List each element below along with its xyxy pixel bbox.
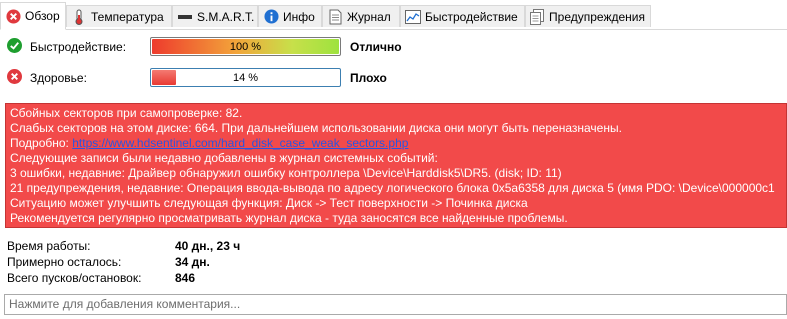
x-circle-icon <box>7 69 22 84</box>
alert-line: 21 предупреждения, недавние: Операция вв… <box>10 181 775 195</box>
tab-warnings[interactable]: Предупреждения <box>525 5 651 27</box>
tab-temperature[interactable]: Температура <box>66 5 172 27</box>
tab-performance[interactable]: Быстродействие <box>400 5 525 27</box>
uptime-label: Время работы: <box>7 239 91 253</box>
health-bar: 14 % <box>150 68 341 87</box>
alert-line: Сбойных секторов при самопроверке: 82. <box>10 106 243 120</box>
tab-label: S.M.A.R.T. <box>197 9 255 24</box>
comment-input[interactable]: Нажмите для добавления комментария... <box>4 294 787 315</box>
tab-label: Предупреждения <box>549 9 645 24</box>
tab-info[interactable]: Инфо <box>258 5 322 27</box>
performance-row: Быстродействие: 100 % Отлично <box>0 36 787 60</box>
performance-bar-text: 100 % <box>229 41 262 53</box>
performance-bar: 100 % <box>150 37 341 56</box>
health-row: Здоровье: 14 % Плохо <box>0 67 787 91</box>
performance-chart-icon <box>405 9 421 25</box>
tab-label: Температура <box>91 9 164 24</box>
warnings-icon <box>530 8 545 25</box>
details-link[interactable]: https://www.hdsentinel.com/hard_disk_cas… <box>72 136 408 150</box>
alert-line: Рекомендуется регулярно просматривать жу… <box>10 211 568 225</box>
x-circle-icon <box>5 8 21 24</box>
remaining-label: Примерно осталось: <box>7 255 122 269</box>
document-icon <box>327 9 343 25</box>
health-bar-text: 14 % <box>232 72 259 84</box>
tab-bar: Обзор Температура S.M.A.R.T. Инфо Журнал… <box>0 0 787 30</box>
alert-line: Ситуацию может улучшить следующая функци… <box>10 196 528 210</box>
tab-log[interactable]: Журнал <box>322 5 400 27</box>
tab-label: Инфо <box>283 9 315 24</box>
health-label: Здоровье: <box>30 71 87 85</box>
tab-smart[interactable]: S.M.A.R.T. <box>172 5 258 27</box>
alert-line: Следующие записи были недавно добавлены … <box>10 151 438 165</box>
performance-verdict: Отлично <box>350 40 402 54</box>
tab-label: Журнал <box>347 9 391 24</box>
performance-label: Быстродействие: <box>30 40 127 54</box>
health-verdict: Плохо <box>350 71 387 85</box>
alert-line: 3 ошибки, недавние: Драйвер обнаружил ош… <box>10 166 562 180</box>
alert-panel: Сбойных секторов при самопроверке: 82. С… <box>5 103 787 228</box>
alert-line: Подробно: https://www.hdsentinel.com/har… <box>10 136 782 151</box>
check-icon <box>7 38 22 53</box>
tab-overview[interactable]: Обзор <box>0 2 66 30</box>
info-icon <box>263 9 279 25</box>
tab-label: Быстродействие <box>425 9 518 24</box>
tab-label: Обзор <box>25 9 60 23</box>
thermometer-icon <box>71 9 87 25</box>
smart-bar-icon <box>177 9 193 25</box>
starts-label: Всего пусков/остановок: <box>7 271 142 285</box>
alert-line: Слабых секторов на этом диске: 664. При … <box>10 121 622 135</box>
starts-value: 846 <box>175 271 196 285</box>
alert-details-label: Подробно: <box>10 136 73 150</box>
uptime-value: 40 дн., 23 ч <box>175 239 241 253</box>
remaining-value: 34 дн. <box>175 255 210 269</box>
